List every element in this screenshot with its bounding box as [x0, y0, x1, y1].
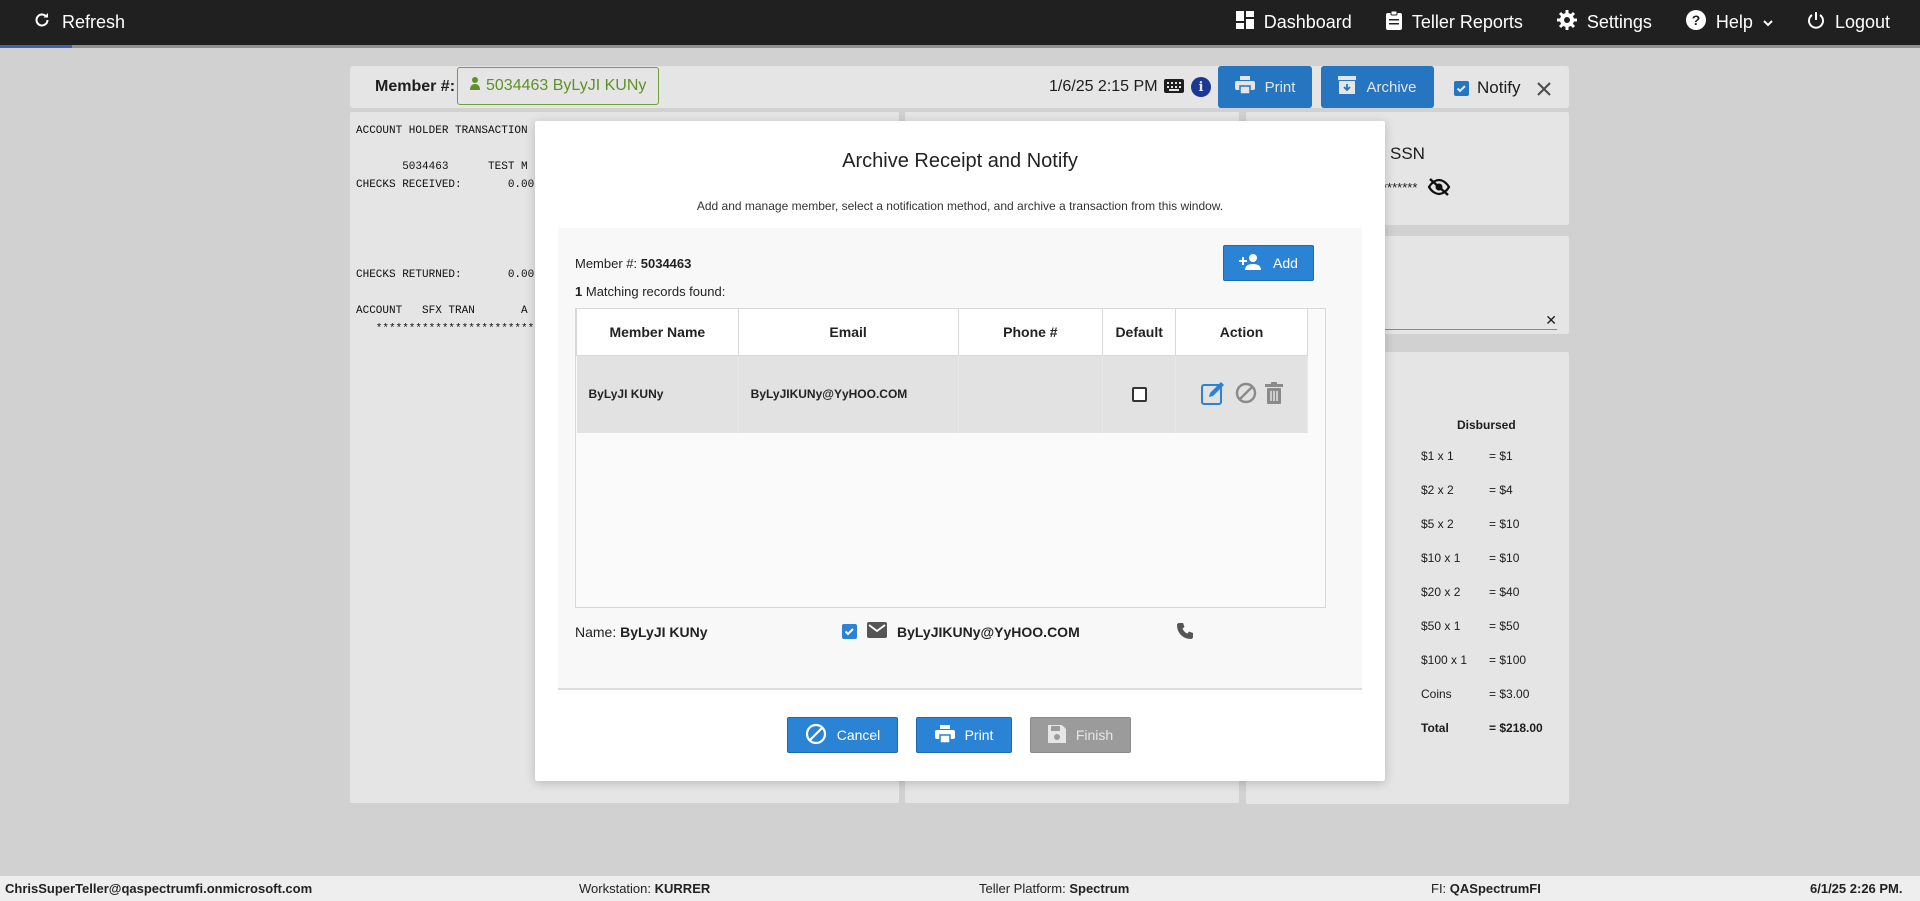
add-member-button[interactable]: Add: [1223, 245, 1314, 281]
save-icon: [1047, 724, 1066, 746]
person-add-icon: [1239, 253, 1263, 273]
footer-workstation: Workstation: KURRER: [579, 881, 711, 896]
status-bar: ChrisSuperTeller@qaspectrumfi.onmicrosof…: [0, 876, 1920, 901]
email-notify-checkbox[interactable]: [842, 624, 857, 639]
matching-records: 1 Matching records found:: [575, 284, 726, 299]
help-icon: ?: [1685, 10, 1706, 35]
dialog-member-number: Member #: 5034463: [575, 256, 692, 271]
cell-phone: [958, 355, 1104, 433]
column-header-email[interactable]: Email: [737, 309, 959, 356]
email-icon: [867, 622, 887, 641]
table-row[interactable]: ByLyJI KUNy ByLyJIKUNy@YyHOO.COM: [576, 355, 1308, 433]
add-label: Add: [1273, 255, 1298, 271]
cell-default: [1102, 355, 1177, 433]
refresh-icon: [34, 12, 50, 33]
column-header-default[interactable]: Default: [1102, 309, 1177, 356]
footer-datetime: 6/1/25 2:26 PM.: [1810, 881, 1903, 896]
top-nav-menu: Dashboard Teller Reports Settings ? Help…: [1235, 0, 1890, 45]
member-table: Member Name Email Phone # Default Action…: [575, 308, 1326, 608]
block-icon[interactable]: [1235, 382, 1257, 407]
dialog-subtitle: Add and manage member, select a notifica…: [696, 199, 1224, 213]
trash-icon[interactable]: [1264, 381, 1283, 407]
cell-email: ByLyJIKUNy@YyHOO.COM: [738, 355, 959, 433]
finish-button[interactable]: Finish: [1030, 717, 1131, 753]
dialog-content: Member #: 5034463 1 Matching records fou…: [558, 228, 1362, 690]
notify-email-address: ByLyJIKUNy@YyHOO.COM: [897, 623, 1080, 640]
refresh-label: Refresh: [62, 12, 126, 32]
finish-label: Finish: [1075, 727, 1114, 743]
nav-help-label: Help: [1715, 12, 1753, 32]
gear-icon: [1556, 10, 1577, 35]
footer-platform: Teller Platform: Spectrum: [979, 881, 1130, 896]
nav-help[interactable]: ? Help: [1685, 10, 1773, 35]
nav-dashboard[interactable]: Dashboard: [1235, 11, 1352, 34]
cancel-label: Cancel: [836, 727, 881, 743]
nav-settings[interactable]: Settings: [1556, 10, 1652, 35]
cell-actions: [1175, 355, 1308, 433]
footer-user: ChrisSuperTeller@qaspectrumfi.onmicrosof…: [5, 881, 313, 896]
print-button[interactable]: Print: [916, 717, 1012, 753]
default-checkbox[interactable]: [1131, 386, 1147, 402]
svg-text:?: ?: [1692, 12, 1701, 28]
column-header-phone[interactable]: Phone #: [957, 309, 1104, 356]
nav-teller-reports[interactable]: Teller Reports: [1385, 10, 1523, 35]
nav-dashboard-label: Dashboard: [1263, 12, 1352, 32]
table-header-row: Member Name Email Phone # Default Action: [576, 309, 1308, 356]
nav-logout[interactable]: Logout: [1807, 11, 1890, 34]
email-notification-option: ByLyJIKUNy@YyHOO.COM: [842, 622, 1080, 641]
column-header-member-name[interactable]: Member Name: [576, 309, 739, 356]
print-label: Print: [964, 727, 994, 743]
cancel-button[interactable]: Cancel: [787, 717, 898, 753]
nav-settings-label: Settings: [1586, 12, 1652, 32]
chevron-down-icon: [1763, 12, 1773, 33]
edit-icon[interactable]: [1200, 381, 1227, 408]
dialog-title: Archive Receipt and Notify: [842, 150, 1078, 172]
nav-teller-reports-label: Teller Reports: [1411, 12, 1523, 32]
clipboard-icon: [1385, 10, 1402, 35]
refresh-button[interactable]: Refresh: [34, 12, 125, 33]
cancel-icon: [805, 723, 827, 748]
column-header-action: Action: [1175, 309, 1308, 356]
printer-icon: [934, 724, 955, 746]
nav-logout-label: Logout: [1834, 12, 1890, 32]
selected-name: Name: ByLyJI KUNy: [575, 624, 708, 640]
dashboard-icon: [1235, 11, 1254, 34]
archive-notify-dialog: Archive Receipt and Notify Add and manag…: [535, 121, 1385, 781]
phone-icon[interactable]: [1176, 622, 1194, 645]
top-navigation-bar: Refresh Dashboard Teller Reports Setting…: [0, 0, 1920, 45]
footer-fi: FI: QASpectrumFI: [1431, 881, 1541, 896]
cell-member-name: ByLyJI KUNy: [576, 355, 739, 433]
power-icon: [1807, 11, 1825, 34]
